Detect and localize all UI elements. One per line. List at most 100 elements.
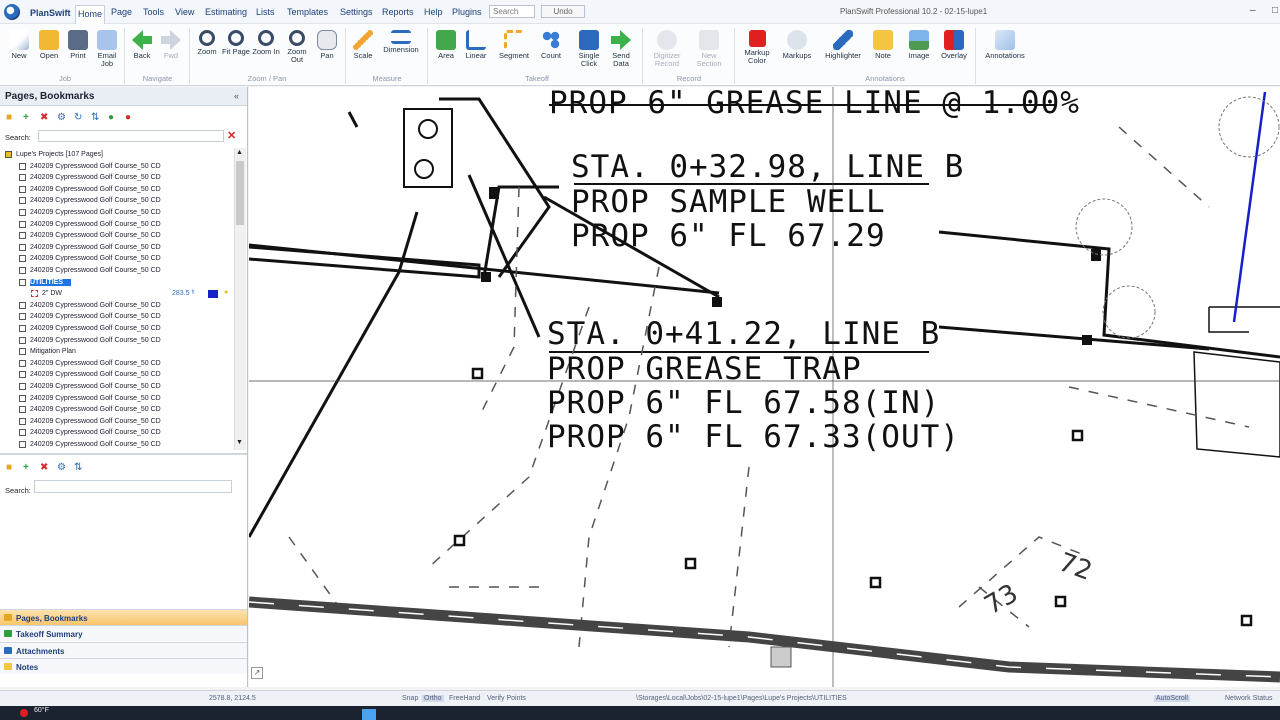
tree-item-page[interactable]: 240209 Cypresswood Golf Course_50 CD xyxy=(0,161,234,173)
tree-item-page[interactable]: 240209 Cypresswood Golf Course_50 CD xyxy=(0,184,234,196)
folder-icon[interactable]: ■ xyxy=(6,113,12,123)
tree-item-page[interactable]: 240209 Cypresswood Golf Course_50 CD xyxy=(0,300,234,312)
image-button[interactable]: Image xyxy=(905,26,933,74)
gear-icon[interactable]: ⚙ xyxy=(57,113,66,123)
refresh-icon[interactable]: ↻ xyxy=(74,113,82,123)
menu-settings[interactable]: Settings xyxy=(340,7,373,17)
freehand-toggle[interactable]: FreeHand xyxy=(449,695,480,702)
resize-arrow-icon[interactable]: ↗ xyxy=(251,667,263,679)
area-button[interactable]: Area xyxy=(432,26,460,74)
color-swatch-icon[interactable] xyxy=(208,290,218,299)
tree-item-page[interactable]: 240209 Cypresswood Golf Course_50 CD xyxy=(0,253,234,265)
single-click-button[interactable]: Single Click xyxy=(575,26,603,74)
tree-item-page[interactable]: 240209 Cypresswood Golf Course_50 CD xyxy=(0,242,234,254)
send-data-button[interactable]: Send Data xyxy=(607,26,635,74)
menu-home[interactable]: Home xyxy=(75,5,105,24)
delete-icon[interactable]: ✖ xyxy=(40,462,48,473)
add-circle-icon[interactable]: ● xyxy=(108,113,114,123)
menu-view[interactable]: View xyxy=(175,7,194,17)
nav-attachments[interactable]: Attachments xyxy=(0,642,247,658)
folder-icon[interactable]: ■ xyxy=(6,462,12,473)
tree-item-page[interactable]: 240209 Cypresswood Golf Course_50 CD xyxy=(0,230,234,242)
tree-item-page[interactable]: 240209 Cypresswood Golf Course_50 CD xyxy=(0,265,234,277)
back-button[interactable]: Back xyxy=(128,26,156,74)
app-menu-button[interactable]: PlanSwift xyxy=(30,8,71,18)
add-icon[interactable]: + xyxy=(23,462,29,473)
scroll-thumb[interactable] xyxy=(236,161,244,225)
tree-item-page[interactable]: 240209 Cypresswood Golf Course_50 CD xyxy=(0,172,234,184)
undo-button[interactable]: Undo xyxy=(541,5,585,18)
menu-reports[interactable]: Reports xyxy=(382,7,414,17)
tree-takeoff-item[interactable]: 2" DW 283.5 ᶠᵗ ● xyxy=(0,288,234,300)
count-button[interactable]: Count xyxy=(537,26,565,74)
minimize-icon[interactable]: – xyxy=(1250,5,1256,16)
snap-toggle[interactable]: Snap xyxy=(402,695,418,702)
scroll-down-icon[interactable]: ▼ xyxy=(236,439,243,446)
visibility-bulb-icon[interactable]: ● xyxy=(224,289,228,296)
tree-item-page[interactable]: 240209 Cypresswood Golf Course_50 CD xyxy=(0,335,234,347)
highlighter-button[interactable]: Highlighter xyxy=(822,26,864,74)
sort-icon[interactable]: ⇅ xyxy=(91,113,99,123)
tree-item-page[interactable]: 240209 Cypresswood Golf Course_50 CD xyxy=(0,358,234,370)
gear-icon[interactable]: ⚙ xyxy=(57,462,66,473)
tree-root[interactable]: Lupe's Projects [107 Pages] xyxy=(0,149,234,161)
menu-estimating[interactable]: Estimating xyxy=(205,7,247,17)
overlay-button[interactable]: Overlay xyxy=(940,26,968,74)
tree-item-page[interactable]: 240209 Cypresswood Golf Course_50 CD xyxy=(0,381,234,393)
markups-button[interactable]: Markups xyxy=(781,26,813,74)
tree-item-page[interactable]: 240209 Cypresswood Golf Course_50 CD xyxy=(0,427,234,439)
forward-button[interactable]: Fwd xyxy=(157,26,185,74)
zoom-out-button[interactable]: Zoom Out xyxy=(283,26,311,74)
zoom-in-button[interactable]: Zoom In xyxy=(252,26,280,74)
tree-item-page[interactable]: 240209 Cypresswood Golf Course_50 CD xyxy=(0,195,234,207)
menu-templates[interactable]: Templates xyxy=(287,7,328,17)
site-plan-drawing[interactable]: PROP 6" GREASE LINE @ 1.00% STA. 0+32.98… xyxy=(249,87,1280,687)
tree-item-page[interactable]: 240209 Cypresswood Golf Course_50 CD xyxy=(0,439,234,448)
menu-tools[interactable]: Tools xyxy=(143,7,164,17)
tree-item-page[interactable]: 240209 Cypresswood Golf Course_50 CD xyxy=(0,404,234,416)
planswift-logo-icon[interactable] xyxy=(4,4,20,20)
scale-button[interactable]: Scale xyxy=(349,26,377,74)
zoom-button[interactable]: Zoom xyxy=(193,26,221,74)
tree-item-page[interactable]: 240209 Cypresswood Golf Course_50 CD xyxy=(0,416,234,428)
segment-button[interactable]: Segment xyxy=(498,26,530,74)
tree-item-page[interactable]: Mitigation Plan xyxy=(0,346,234,358)
drawing-canvas[interactable]: PROP 6" GREASE LINE @ 1.00% STA. 0+32.98… xyxy=(249,87,1280,687)
email-job-button[interactable]: Email Job xyxy=(93,26,121,74)
new-button[interactable]: New xyxy=(5,26,33,74)
open-button[interactable]: Open xyxy=(35,26,63,74)
add-icon[interactable]: + xyxy=(23,113,29,123)
remove-circle-icon[interactable]: ● xyxy=(125,113,131,123)
menu-lists[interactable]: Lists xyxy=(256,7,275,17)
pan-button[interactable]: Pan xyxy=(313,26,341,74)
pages-search-input[interactable] xyxy=(38,130,224,142)
tree-item-page[interactable]: 240209 Cypresswood Golf Course_50 CD xyxy=(0,219,234,231)
maximize-icon[interactable]: □ xyxy=(1272,5,1278,16)
nav-notes[interactable]: Notes xyxy=(0,658,247,674)
print-button[interactable]: Print xyxy=(64,26,92,74)
tree-item-page[interactable]: 240209 Cypresswood Golf Course_50 CD xyxy=(0,369,234,381)
collapse-panel-icon[interactable]: « xyxy=(234,91,239,101)
tree-item-page[interactable]: 240209 Cypresswood Golf Course_50 CD xyxy=(0,311,234,323)
linear-button[interactable]: Linear xyxy=(462,26,490,74)
markup-color-button[interactable]: Markup Color xyxy=(741,26,773,74)
note-button[interactable]: Note xyxy=(869,26,897,74)
tree-item-page[interactable]: 240209 Cypresswood Golf Course_50 CD xyxy=(0,323,234,335)
takeoff-search-input[interactable] xyxy=(34,480,232,493)
clear-search-icon[interactable]: ✕ xyxy=(227,129,236,142)
sort-icon[interactable]: ⇅ xyxy=(74,462,82,473)
ortho-toggle[interactable]: Ortho xyxy=(422,695,444,702)
fit-page-button[interactable]: Fit Page xyxy=(222,26,250,74)
menu-help[interactable]: Help xyxy=(424,7,443,17)
annotations-button[interactable]: Annotations xyxy=(983,26,1027,74)
tree-item-page[interactable]: 240209 Cypresswood Golf Course_50 CD xyxy=(0,393,234,405)
nav-pages-bookmarks[interactable]: Pages, Bookmarks xyxy=(0,609,247,625)
tree-item-page[interactable]: 240209 Cypresswood Golf Course_50 CD xyxy=(0,207,234,219)
delete-icon[interactable]: ✖ xyxy=(40,113,48,123)
autoscroll-toggle[interactable]: AutoScroll xyxy=(1154,695,1190,702)
scroll-up-icon[interactable]: ▲ xyxy=(236,149,243,156)
new-section-button[interactable]: New Section xyxy=(692,26,726,74)
menu-page[interactable]: Page xyxy=(111,7,132,17)
menu-plugins[interactable]: Plugins xyxy=(452,7,482,17)
dimension-button[interactable]: Dimension xyxy=(381,26,421,74)
